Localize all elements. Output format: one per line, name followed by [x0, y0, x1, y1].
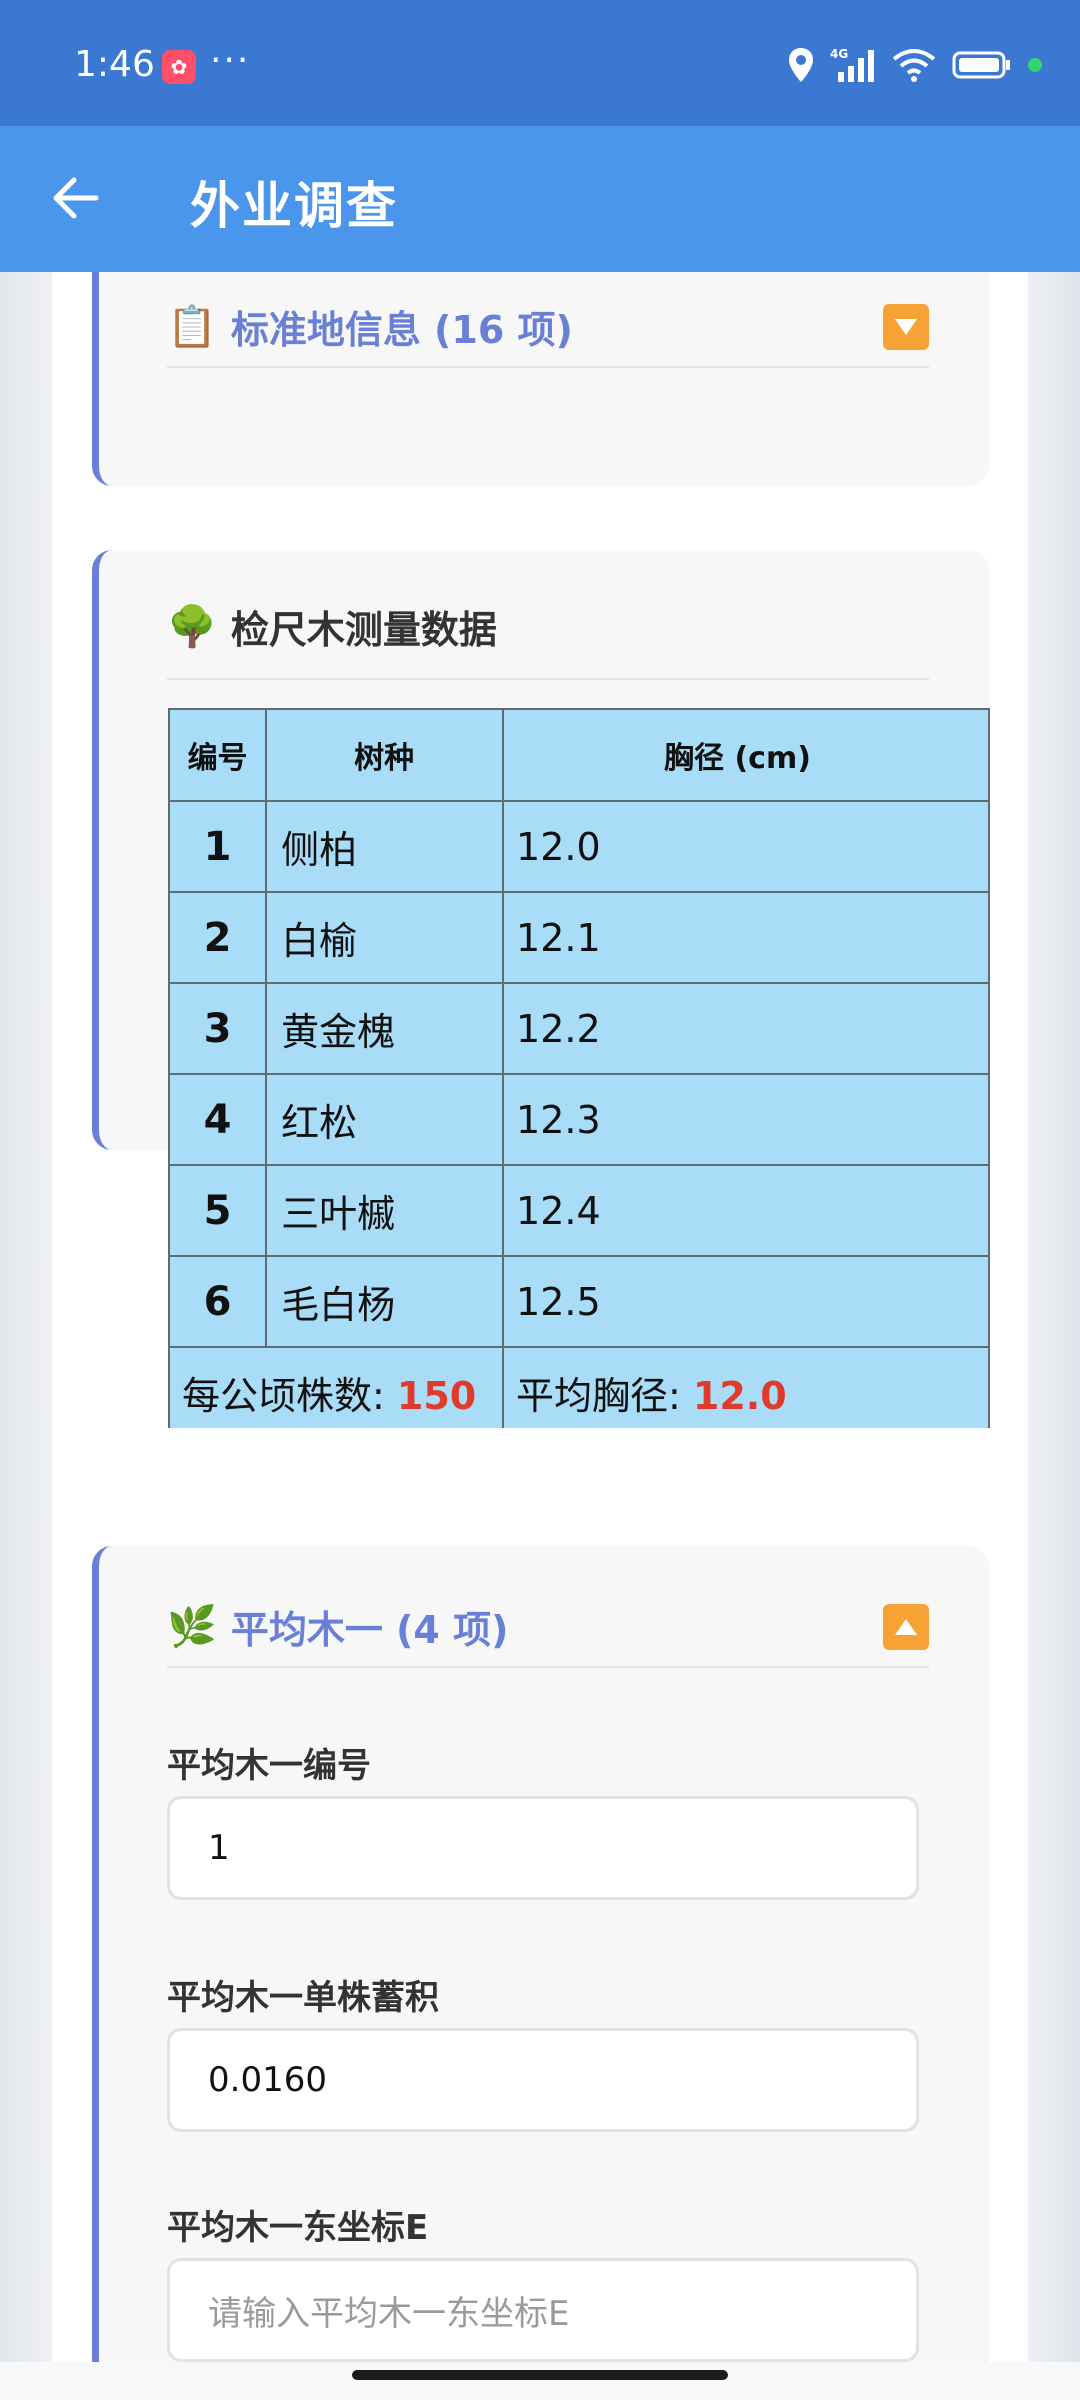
per-hectare-value: 150 — [396, 1374, 477, 1418]
status-icons: 4G — [788, 44, 1042, 86]
table-row: 5 三叶槭 12.4 — [168, 1164, 990, 1257]
table-summary-row: 每公顷株数: 150 平均胸径: 12.0 — [168, 1346, 990, 1428]
avg-tree-east-coord-input[interactable]: 请输入平均木一东坐标E — [167, 2258, 919, 2362]
avg-tree-no-label: 平均木一编号 — [167, 1746, 371, 1786]
column-header-dbh: 胸径 (cm) — [502, 708, 990, 802]
tree-icon: 🌳 — [167, 603, 217, 650]
expand-toggle-button[interactable] — [883, 304, 929, 350]
table-row: 2 白榆 12.1 — [168, 891, 990, 984]
right-gutter — [1028, 272, 1080, 2362]
arrow-left-icon — [53, 177, 99, 219]
row-species: 毛白杨 — [265, 1255, 505, 1348]
avg-tree-east-coord-label: 平均木一东坐标E — [167, 2208, 429, 2248]
app-bar: 外业调查 — [0, 126, 1080, 272]
per-hectare-count: 每公顷株数: 150 — [168, 1346, 505, 1428]
collapse-toggle-button[interactable] — [883, 1604, 929, 1650]
avg-tree-card: 🌿 平均木一 (4 项) 平均木一编号 1 平均木一单株蓄积 0.0160 平均… — [92, 1546, 989, 2362]
row-dbh: 12.3 — [502, 1073, 990, 1166]
row-species: 红松 — [265, 1073, 505, 1166]
average-dbh-label: 平均胸径: — [516, 1374, 693, 1418]
cellular-signal-icon: 4G — [830, 46, 876, 84]
row-species: 黄金槐 — [265, 982, 505, 1075]
row-species: 白榆 — [265, 891, 505, 984]
page-title: 外业调查 — [190, 177, 398, 235]
average-dbh-value: 12.0 — [692, 1374, 787, 1418]
plot-info-title: 标准地信息 (16 项) — [230, 307, 573, 352]
column-header-species: 树种 — [265, 708, 505, 802]
location-icon — [788, 47, 814, 83]
plot-info-header[interactable]: 📋 标准地信息 (16 项) — [167, 286, 929, 368]
row-no: 5 — [168, 1164, 268, 1257]
home-indicator[interactable] — [352, 2370, 728, 2380]
column-header-no: 编号 — [168, 708, 268, 802]
table-header-row: 编号 树种 胸径 (cm) — [168, 708, 990, 802]
row-no: 1 — [168, 800, 268, 893]
avg-tree-header[interactable]: 🌿 平均木一 (4 项) — [167, 1586, 929, 1668]
sample-trees-title: 检尺木测量数据 — [230, 607, 497, 652]
table-row: 1 侧柏 12.0 — [168, 800, 990, 893]
avg-tree-volume-label: 平均木一单株蓄积 — [167, 1978, 439, 2018]
row-dbh: 12.0 — [502, 800, 990, 893]
row-species: 侧柏 — [265, 800, 505, 893]
privacy-indicator-dot — [1028, 58, 1042, 72]
network-type: 4G — [830, 47, 848, 61]
avg-tree-title: 平均木一 (4 项) — [230, 1607, 509, 1652]
sample-trees-table: 编号 树种 胸径 (cm) 1 侧柏 12.0 2 白榆 12.1 3 黄金槐 … — [168, 708, 990, 1428]
row-dbh: 12.2 — [502, 982, 990, 1075]
row-dbh: 12.1 — [502, 891, 990, 984]
more-notifications-icon: ··· — [210, 40, 251, 81]
back-button[interactable] — [46, 168, 106, 228]
status-time: 1:46 — [74, 44, 155, 85]
row-dbh: 12.4 — [502, 1164, 990, 1257]
left-gutter — [0, 272, 52, 2362]
table-row: 4 红松 12.3 — [168, 1073, 990, 1166]
table-row: 3 黄金槐 12.2 — [168, 982, 990, 1075]
battery-icon — [952, 50, 1012, 80]
sample-trees-table-wrap[interactable]: 编号 树种 胸径 (cm) 1 侧柏 12.0 2 白榆 12.1 3 黄金槐 … — [168, 708, 990, 1428]
triangle-down-icon — [895, 319, 917, 335]
triangle-up-icon — [895, 1619, 917, 1635]
row-no: 2 — [168, 891, 268, 984]
row-no: 6 — [168, 1255, 268, 1348]
sample-trees-header: 🌳 检尺木测量数据 — [167, 550, 929, 680]
row-no: 4 — [168, 1073, 268, 1166]
per-hectare-label: 每公顷株数: — [182, 1374, 397, 1418]
content-scroll-area[interactable]: 📋 标准地信息 (16 项) 🌳 检尺木测量数据 编号 树种 胸径 (cm) 1… — [52, 272, 1028, 2362]
wifi-icon — [892, 48, 936, 82]
table-row: 6 毛白杨 12.5 — [168, 1255, 990, 1348]
average-dbh: 平均胸径: 12.0 — [502, 1346, 990, 1428]
app-notification-icon: ✿ — [162, 50, 196, 84]
row-species: 三叶槭 — [265, 1164, 505, 1257]
avg-tree-volume-input[interactable]: 0.0160 — [167, 2028, 919, 2132]
screen: 1:46 ✿ ··· 4G 外业调查 📋 标准地信息 (16 项) 🌳 检尺木测… — [0, 0, 1080, 2400]
status-bar: 1:46 ✿ ··· 4G — [0, 0, 1080, 126]
avg-tree-no-input[interactable]: 1 — [167, 1796, 919, 1900]
plot-info-card: 📋 标准地信息 (16 项) — [92, 272, 989, 486]
herb-icon: 🌿 — [167, 1603, 217, 1650]
row-no: 3 — [168, 982, 268, 1075]
clipboard-icon: 📋 — [167, 303, 217, 350]
row-dbh: 12.5 — [502, 1255, 990, 1348]
